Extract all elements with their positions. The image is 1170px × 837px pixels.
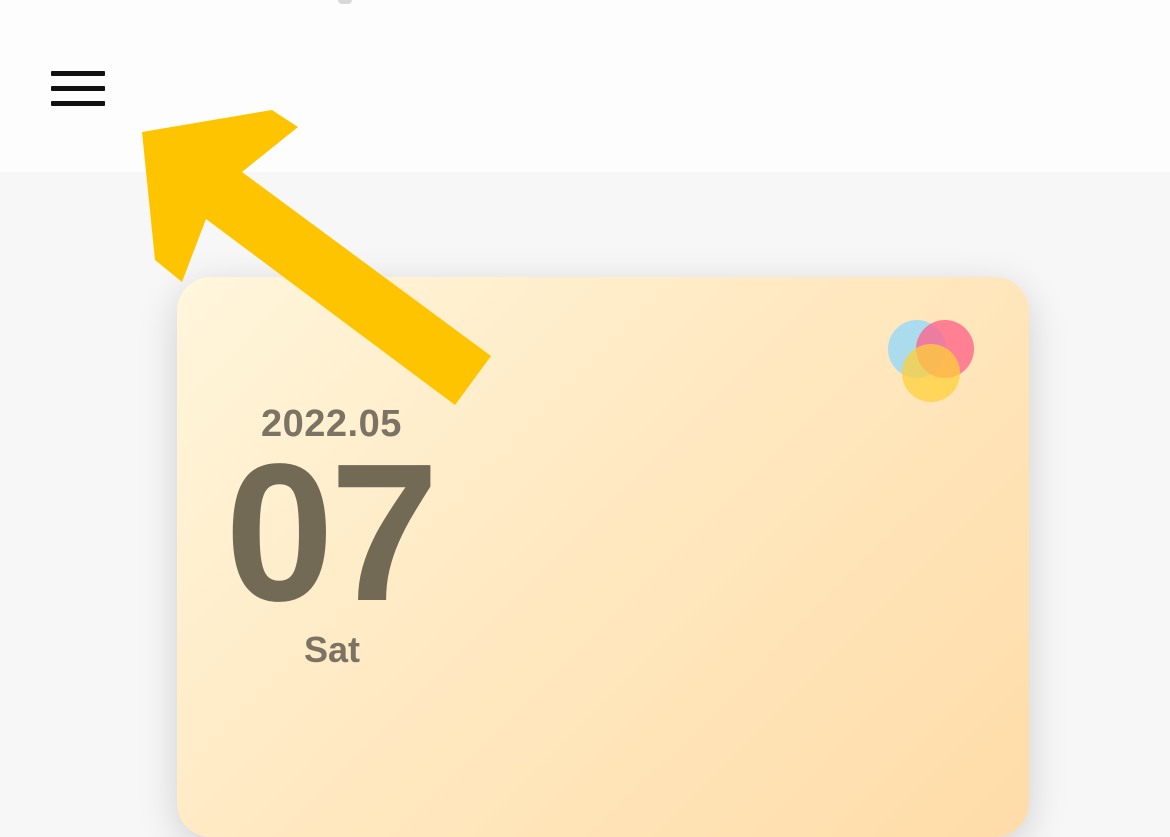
menu-bar-line	[51, 85, 105, 91]
app-header	[0, 0, 1170, 172]
date-day-number: 07	[225, 423, 439, 642]
menu-bar-line	[51, 100, 105, 106]
venn-circle-yellow	[902, 344, 960, 402]
hamburger-menu-icon[interactable]	[44, 60, 112, 116]
venn-circles-logo-icon[interactable]	[883, 315, 979, 411]
date-weekday-label: Sat	[304, 629, 361, 670]
menu-bar-line	[51, 70, 105, 76]
date-card[interactable]: 2022.05 07 Sat	[177, 277, 1029, 837]
status-bar-fragment	[338, 0, 352, 4]
